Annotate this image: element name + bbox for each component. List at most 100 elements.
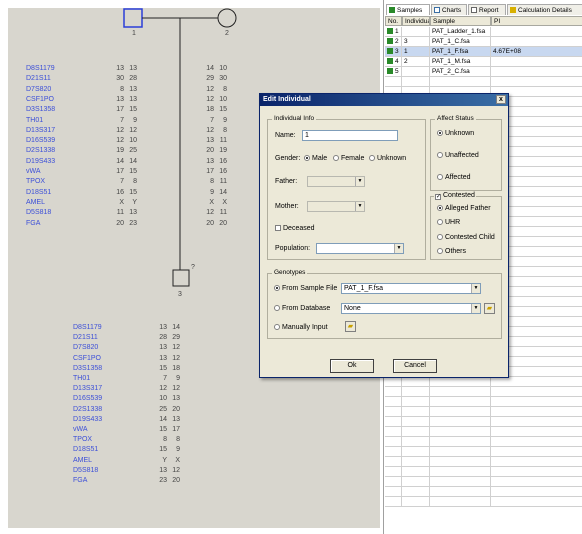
edit-genotype-icon[interactable]: ▰ [345, 321, 356, 332]
sample-cell-pi[interactable] [491, 67, 582, 77]
empty-cell [491, 387, 582, 397]
allele-2: 8 [133, 178, 137, 186]
allele-1: 11 [116, 209, 124, 217]
empty-cell [402, 447, 430, 457]
allele-2: 23 [129, 219, 137, 227]
father-select[interactable]: ▼ [307, 176, 365, 187]
individual-2-circle [217, 8, 237, 28]
sample-cell-text: 5 [395, 68, 399, 75]
sample-file-select[interactable]: PAT_1_F.fsa ▼ [341, 283, 481, 294]
mother-select[interactable]: ▼ [307, 201, 365, 212]
individual-1-square [123, 8, 143, 28]
sample-cell-no[interactable]: 3 [385, 47, 402, 57]
empty-cell [402, 77, 430, 87]
allele-2: 16 [219, 168, 227, 175]
empty-cell [430, 427, 491, 437]
affect-unaffected-radio[interactable]: Unaffected [437, 152, 479, 159]
marker-name: vWA [73, 426, 88, 433]
dialog-title-bar[interactable]: Edit Individual x [260, 94, 508, 106]
allele-2: 8 [176, 436, 180, 444]
sample-cell-individual[interactable]: 3 [402, 37, 430, 47]
individual-info-group: Individual Info Name: 1 Gender: Male Fem… [267, 115, 426, 260]
sample-cell-sample[interactable]: PAT_2_C.fsa [430, 67, 491, 77]
allele-1: 13 [116, 65, 124, 72]
tab-calculation-details[interactable]: Calculation Details [507, 4, 582, 15]
sample-cell-sample[interactable]: PAT_1_M.fsa [430, 57, 491, 67]
samples-tab-icon [389, 7, 395, 13]
from-sample-file-radio[interactable]: From Sample File [274, 285, 337, 292]
sample-cell-no[interactable]: 5 [385, 67, 402, 77]
radio-alleged-father-icon [437, 205, 443, 211]
sample-cell-no[interactable]: 1 [385, 27, 402, 37]
allele-2: 13 [129, 209, 137, 217]
sample-cell-no[interactable]: 2 [385, 37, 402, 47]
allele-2: 10 [219, 95, 227, 103]
sample-cell-individual[interactable]: 2 [402, 57, 430, 67]
from-database-radio[interactable]: From Database [274, 305, 330, 312]
marker-name: D8S1179 [26, 65, 55, 72]
uhr-radio[interactable]: UHR [437, 219, 460, 226]
gender-female-radio[interactable]: Female [333, 155, 364, 162]
sample-cell-sample[interactable]: PAT_1_C.fsa [430, 37, 491, 47]
deceased-checkbox-icon [275, 225, 281, 231]
sample-cell-pi[interactable] [491, 27, 582, 37]
gender-male-radio[interactable]: Male [304, 155, 327, 162]
chevron-down-icon: ▼ [471, 304, 480, 313]
population-select[interactable]: ▼ [316, 243, 404, 254]
cancel-button[interactable]: Cancel [393, 359, 437, 373]
close-icon[interactable]: x [496, 95, 506, 104]
ok-button[interactable]: Ok [330, 359, 374, 373]
radio-affected-icon [437, 174, 443, 180]
column-header-pi[interactable]: PI [491, 16, 582, 26]
sample-cell-pi[interactable]: 4.67E+08 [491, 47, 582, 57]
marker-name: FGA [73, 477, 88, 484]
empty-cell [491, 417, 582, 427]
allele-1: 12 [116, 126, 124, 134]
allele-2: 14 [129, 157, 137, 165]
allele-1: 12 [206, 209, 214, 217]
sample-cell-pi[interactable] [491, 37, 582, 47]
sample-cell-individual[interactable] [402, 67, 430, 77]
affect-affected-radio[interactable]: Affected [437, 174, 471, 181]
sample-cell-pi[interactable] [491, 57, 582, 67]
marker-name: D19S433 [73, 415, 103, 423]
sample-cell-individual[interactable]: 1 [402, 47, 430, 57]
allele-2: 30 [219, 75, 227, 83]
sample-cell-no[interactable]: 4 [385, 57, 402, 67]
sample-cell-individual[interactable] [402, 27, 430, 37]
gender-label: Gender: [275, 155, 301, 162]
folder-open-icon[interactable]: ▰ [484, 303, 495, 314]
deceased-checkbox[interactable]: Deceased [275, 225, 315, 232]
tab-report[interactable]: Report [468, 4, 506, 15]
allele-1: 17 [116, 106, 124, 114]
right-tabs: Samples Charts Report Calculation Detail… [384, 4, 582, 15]
column-header-no[interactable]: No. [385, 16, 402, 26]
contested-checkbox[interactable]: ✓ Contested [434, 192, 476, 200]
allele-1: 15 [159, 426, 167, 433]
column-header-sample[interactable]: Sample [430, 16, 491, 26]
allele-1: 14 [116, 157, 124, 165]
tab-charts[interactable]: Charts [431, 4, 467, 15]
gender-unknown-radio[interactable]: Unknown [369, 155, 406, 162]
name-input[interactable]: 1 [302, 130, 398, 141]
allele-1: 15 [159, 446, 167, 454]
sample-cell-sample[interactable]: PAT_Ladder_1.fsa [430, 27, 491, 37]
database-select[interactable]: None ▼ [341, 303, 481, 314]
column-header-individual[interactable]: Individual [402, 16, 430, 26]
others-radio[interactable]: Others [437, 248, 466, 255]
radio-database-icon [274, 305, 280, 311]
allele-1: 13 [116, 95, 124, 103]
empty-cell [385, 497, 402, 507]
contested-child-radio[interactable]: Contested Child [437, 234, 495, 241]
marker-name: CSF1PO [73, 354, 102, 362]
manual-input-radio[interactable]: Manually Input [274, 324, 328, 331]
sample-cell-sample[interactable]: PAT_1_F.fsa [430, 47, 491, 57]
tab-samples[interactable]: Samples [386, 4, 430, 15]
affect-unknown-radio[interactable]: Unknown [437, 130, 474, 137]
alleged-father-radio[interactable]: Alleged Father [437, 205, 491, 212]
empty-cell [402, 457, 430, 467]
sample-cell-text: 3 [404, 38, 408, 45]
allele-2: 10 [129, 137, 137, 145]
marker-name: D13S317 [73, 385, 103, 393]
empty-cell [491, 497, 582, 507]
